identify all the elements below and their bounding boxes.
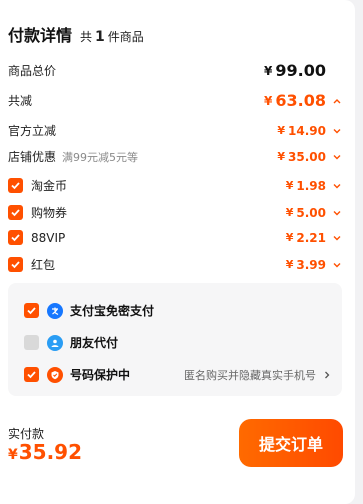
row-coupon[interactable]: 购物券 ¥ 5.00 <box>8 204 342 221</box>
shop-discount-note: 满99元减5元等 <box>62 150 139 164</box>
row-shop-discount[interactable]: 店铺优惠 满99元减5元等 ¥ 35.00 <box>8 148 342 165</box>
coupon-checkbox[interactable] <box>8 205 23 220</box>
vip88-value: ¥ 2.21 <box>286 231 342 245</box>
vip88-label: 88VIP <box>31 230 66 245</box>
chevron-down-icon[interactable] <box>332 208 342 218</box>
alipay-checkbox[interactable] <box>24 303 39 318</box>
alipay-icon <box>47 302 63 319</box>
taojinbi-label: 淘金币 <box>31 179 68 193</box>
number-protect-option[interactable]: 号码保护中 匿名购买并隐藏真实手机号 <box>24 366 332 383</box>
alipay-label: 支付宝免密支付 <box>70 304 155 318</box>
check-icon <box>27 371 36 379</box>
submit-order-button[interactable]: 提交订单 <box>239 419 343 467</box>
official-discount-value: ¥ 14.90 <box>277 124 342 138</box>
number-protect-checkbox[interactable] <box>24 367 39 382</box>
official-discount-label: 官方立减 <box>8 124 57 138</box>
vip88-checkbox[interactable] <box>8 230 23 245</box>
row-total-discount[interactable]: 共减 ¥ 63.08 <box>8 91 342 110</box>
chevron-down-icon[interactable] <box>332 260 342 270</box>
number-protect-label: 号码保护中 <box>70 368 131 382</box>
shop-discount-label: 店铺优惠 <box>8 150 57 164</box>
total-goods-label: 商品总价 <box>8 64 57 78</box>
friend-pay-option[interactable]: 朋友代付 <box>24 334 332 351</box>
check-icon <box>11 209 20 217</box>
taojinbi-checkbox[interactable] <box>8 178 23 193</box>
alipay-option[interactable]: 支付宝免密支付 <box>24 302 332 319</box>
chevron-right-icon <box>325 371 330 378</box>
payment-options-panel: 支付宝免密支付 朋友代付 号码保护中 匿名购买并隐藏真实手机号 <box>8 283 342 396</box>
chevron-down-icon[interactable] <box>332 126 342 136</box>
actual-payment-amount: ¥ 35.92 <box>8 440 83 464</box>
payment-details-card: 付款详情 共 1 件商品 商品总价 ¥ 99.00 共减 ¥ 63.08 官方立减 … <box>0 0 355 504</box>
row-taojinbi[interactable]: 淘金币 ¥ 1.98 <box>8 177 342 194</box>
number-protect-note[interactable]: 匿名购买并隐藏真实手机号 <box>184 367 332 383</box>
friend-pay-label: 朋友代付 <box>70 336 119 350</box>
row-red-packet[interactable]: 红包 ¥ 3.99 <box>8 256 342 273</box>
total-discount-label: 共减 <box>8 94 33 108</box>
check-icon <box>11 234 20 242</box>
red-packet-label: 红包 <box>31 258 56 272</box>
item-count: 共 1 件商品 <box>80 29 144 45</box>
coupon-label: 购物券 <box>31 206 68 220</box>
row-88vip[interactable]: 88VIP ¥ 2.21 <box>8 230 342 245</box>
coupon-value: ¥ 5.00 <box>286 206 342 220</box>
check-icon <box>11 261 20 269</box>
total-goods-value: ¥ 99.00 <box>264 61 326 80</box>
chevron-down-icon[interactable] <box>332 233 342 243</box>
red-packet-checkbox[interactable] <box>8 257 23 272</box>
page-title: 付款详情 <box>8 26 73 45</box>
row-official-discount[interactable]: 官方立减 ¥ 14.90 <box>8 122 342 139</box>
taojinbi-value: ¥ 1.98 <box>286 179 342 193</box>
shield-icon <box>47 366 63 383</box>
friend-pay-checkbox[interactable] <box>24 335 39 350</box>
chevron-down-icon[interactable] <box>332 152 342 162</box>
friend-pay-icon <box>47 334 63 351</box>
total-discount-value: ¥ 63.08 <box>264 91 342 110</box>
payment-details-header: 付款详情 共 1 件商品 <box>8 22 144 46</box>
row-total-goods: 商品总价 ¥ 99.00 <box>8 61 342 80</box>
check-icon <box>27 307 36 315</box>
shop-discount-value: ¥ 35.00 <box>277 150 342 164</box>
chevron-up-icon[interactable] <box>332 96 342 106</box>
chevron-down-icon[interactable] <box>332 181 342 191</box>
check-icon <box>11 182 20 190</box>
red-packet-value: ¥ 3.99 <box>286 258 342 272</box>
